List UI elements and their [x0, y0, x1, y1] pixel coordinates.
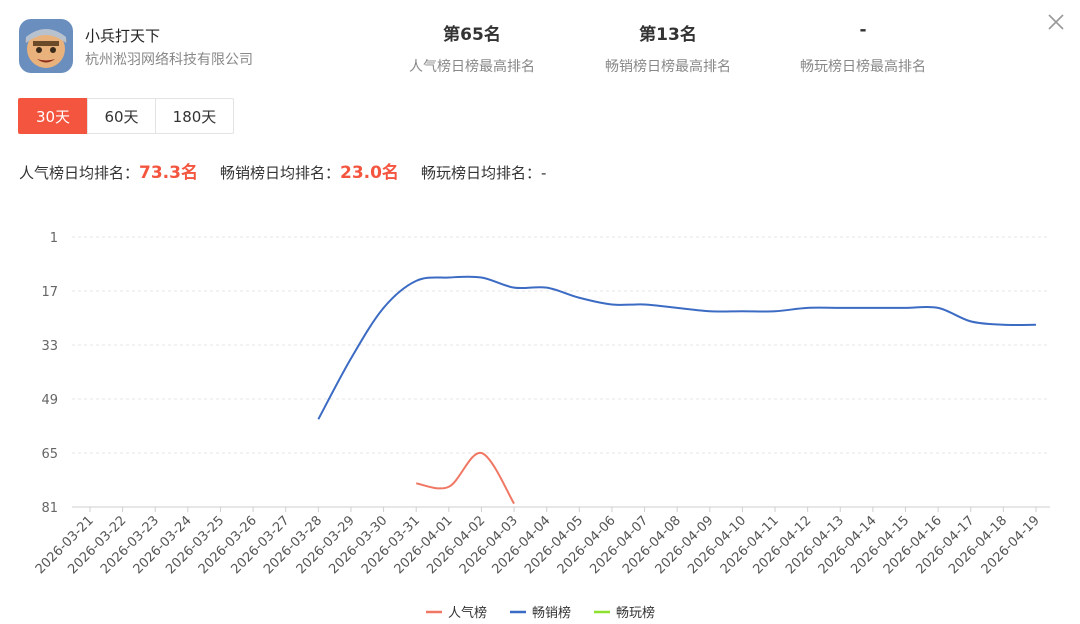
tab-30-days[interactable]: 30天	[18, 98, 88, 134]
stat-label: 畅销榜日榜最高排名	[605, 59, 731, 75]
y-tick-label: 17	[41, 285, 58, 300]
avg-playtime: 畅玩榜日均排名： -	[421, 162, 546, 183]
stat-label: 畅玩榜日榜最高排名	[800, 59, 926, 75]
stat-popularity-best: 第65名 人气榜日榜最高排名	[372, 20, 572, 76]
legend-label: 畅玩榜	[616, 605, 655, 621]
close-icon	[1048, 14, 1064, 30]
rank-line-chart: 117334965812026-03-212026-03-222026-03-2…	[33, 231, 1050, 621]
avg-label: 畅销榜日均排名：	[219, 164, 340, 182]
game-character-icon	[19, 19, 73, 73]
stat-bestseller-best: 第13名 畅销榜日榜最高排名	[568, 20, 768, 76]
legend-label: 人气榜	[448, 605, 487, 621]
app-company: 杭州淞羽网络科技有限公司	[85, 52, 253, 68]
y-tick-label: 81	[41, 501, 58, 516]
avg-label: 畅玩榜日均排名：	[420, 164, 541, 182]
app-icon	[19, 19, 73, 73]
close-button[interactable]	[1045, 11, 1067, 33]
y-tick-label: 33	[41, 339, 58, 354]
stat-value: -	[859, 20, 867, 40]
avg-bestseller: 畅销榜日均排名： 23.0名	[220, 158, 399, 183]
app-name: 小兵打天下	[85, 27, 161, 45]
y-tick-label: 1	[50, 231, 58, 246]
y-tick-label: 65	[41, 447, 58, 462]
avg-value: 73.3名	[139, 163, 198, 183]
series-line	[317, 275, 1036, 420]
tab-180-days[interactable]: 180天	[155, 98, 234, 134]
series-line	[416, 451, 515, 505]
legend-label: 畅销榜	[532, 605, 571, 621]
stat-playtime-best: - 畅玩榜日榜最高排名	[763, 20, 963, 76]
avg-label: 人气榜日均排名：	[19, 164, 140, 182]
stat-label: 人气榜日榜最高排名	[409, 59, 535, 75]
avg-popularity: 人气榜日均排名： 73.3名	[19, 158, 198, 183]
average-rank-row: 人气榜日均排名： 73.3名 畅销榜日均排名： 23.0名 畅玩榜日均排名： -	[19, 158, 568, 183]
tab-60-days[interactable]: 60天	[87, 98, 156, 134]
avg-value: 23.0名	[339, 163, 399, 183]
period-tabs: 30天 60天 180天	[18, 98, 234, 134]
y-tick-label: 49	[41, 393, 58, 408]
stat-value: 第65名	[443, 25, 501, 45]
avg-value: -	[540, 164, 547, 182]
stat-value: 第13名	[639, 25, 697, 45]
